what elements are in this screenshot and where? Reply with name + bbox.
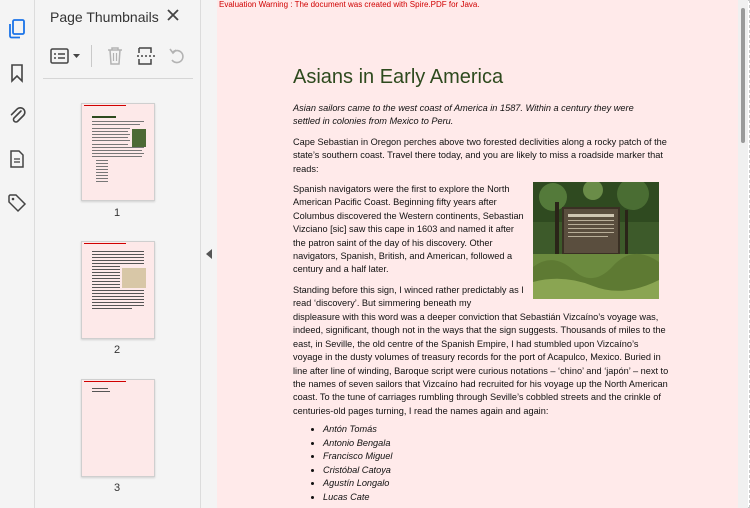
panel-title: Page Thumbnails [50, 9, 159, 25]
list-item: Lucas Cate [323, 491, 392, 505]
toolbar-divider [91, 45, 92, 67]
evaluation-warning: Evaluation Warning : The document was cr… [219, 0, 480, 9]
list-item: Francisco Miguel [323, 450, 392, 464]
close-icon[interactable] [164, 6, 182, 24]
left-toolbar [0, 0, 35, 508]
sailor-names-list: Antón Tomás Antonio Bengala Francisco Mi… [307, 423, 392, 505]
list-item: Cristóbal Catoya [323, 464, 392, 478]
tag-icon[interactable] [4, 190, 30, 216]
vertical-scrollbar[interactable] [738, 0, 748, 508]
list-item: Antonio Bengala [323, 437, 392, 451]
thumbnail-options-button[interactable] [49, 42, 85, 70]
paragraph-2: Spanish navigators were the first to exp… [293, 184, 524, 275]
paragraph-1: Cape Sebastian in Oregon perches above t… [293, 137, 667, 174]
scrollbar-thumb[interactable] [741, 8, 745, 143]
thumbnail-page-number: 1 [113, 207, 121, 219]
paragraph-3-body: displeasure with this word was a deeper … [293, 312, 669, 416]
bookmark-icon[interactable] [4, 60, 30, 86]
thumbnail-page-1[interactable] [81, 103, 155, 201]
delete-page-icon[interactable] [103, 42, 127, 70]
panel-collapse-gutter[interactable] [201, 0, 217, 508]
list-item: Agustín Longalo [323, 477, 392, 491]
pages-icon[interactable] [4, 16, 30, 42]
document-title: Asians in Early America [293, 66, 504, 88]
thumbnails-panel: Page Thumbnails 1 2 3 [35, 0, 201, 508]
collapse-panel-icon[interactable] [205, 249, 213, 259]
oregon-history-sign-photo [533, 182, 659, 299]
thumbnail-page-number: 2 [113, 344, 121, 356]
panel-divider [43, 78, 193, 79]
list-item: Antón Tomás [323, 423, 392, 437]
intro-paragraph: Asian sailors came to the west coast of … [293, 103, 634, 127]
split-page-icon[interactable] [134, 42, 158, 70]
thumbnail-toolbar [45, 42, 195, 72]
thumbnail-page-2[interactable] [81, 241, 155, 339]
document-properties-icon[interactable] [4, 146, 30, 172]
rotate-icon[interactable] [165, 42, 189, 70]
paragraph-3-start: Standing before this sign, I winced rath… [293, 285, 524, 309]
attachment-icon[interactable] [4, 102, 30, 128]
document-page: Evaluation Warning : The document was cr… [217, 0, 738, 508]
thumbnail-page-3[interactable] [81, 379, 155, 477]
thumbnail-page-number: 3 [113, 482, 121, 494]
